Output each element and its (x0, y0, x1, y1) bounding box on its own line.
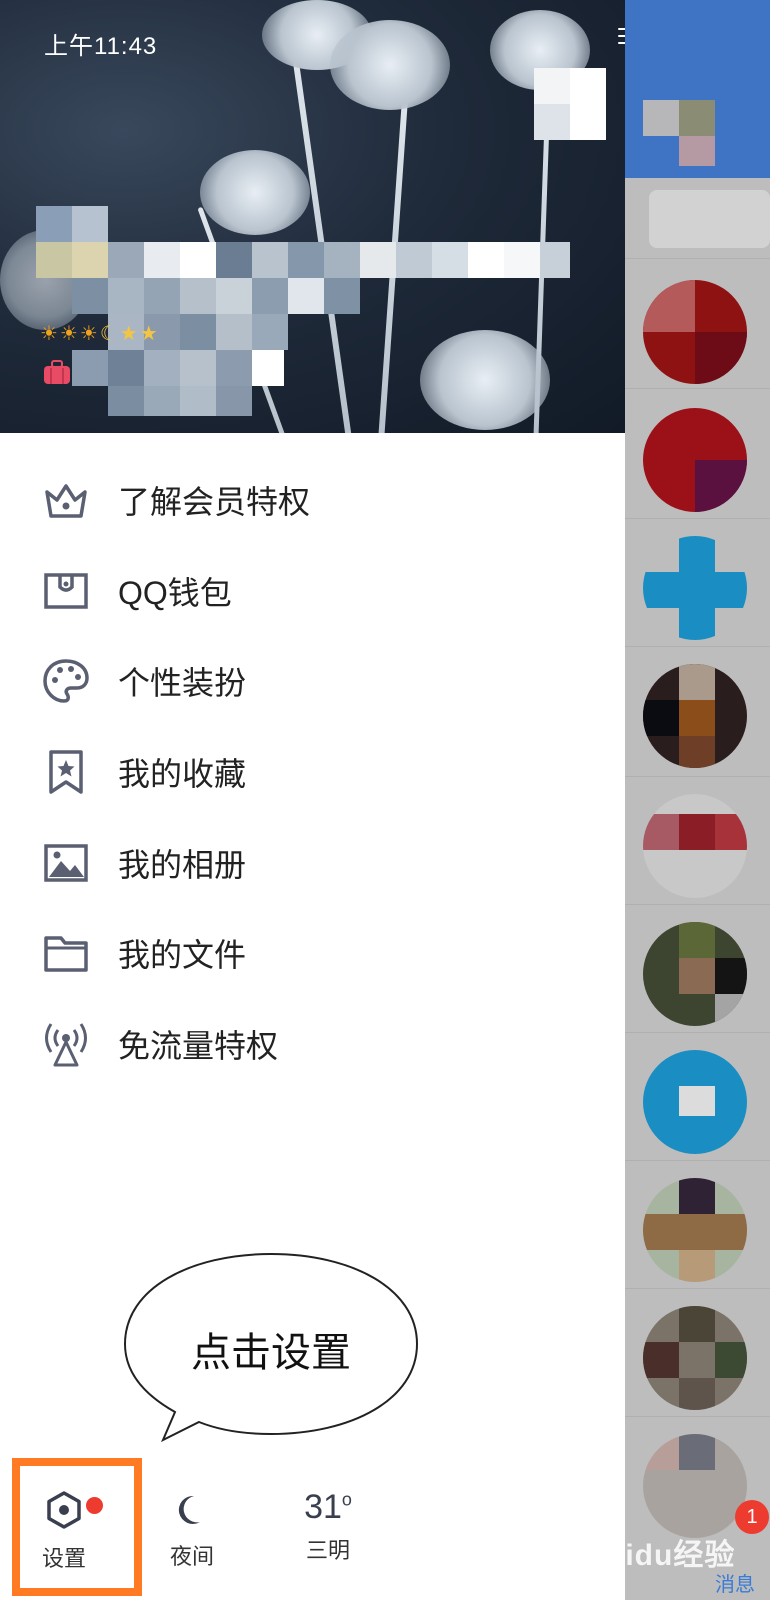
crown-icon (42, 476, 90, 524)
moon-icon (162, 1492, 222, 1533)
folder-icon (42, 929, 90, 977)
night-label: 夜间 (169, 1544, 214, 1569)
flower (420, 330, 550, 430)
settings-highlight-box (12, 1458, 142, 1596)
weather-temperature: 31o (304, 1488, 352, 1526)
qq-level-icons[interactable]: ☀ ☀ ☀ ☾ ★ ★ (40, 321, 158, 346)
conversation-list-peek[interactable]: 1 消息 (625, 0, 770, 1600)
menu-item-label: 免流量特权 (118, 1027, 279, 1064)
sun-icon: ☀ (79, 323, 98, 345)
weather-city: 三明 (305, 1538, 350, 1563)
avatar (643, 80, 729, 166)
menu-item-free-data[interactable]: 免流量特权 (0, 999, 625, 1090)
menu-item-wallet[interactable]: QQ钱包 (0, 546, 625, 637)
menu-item-files[interactable]: 我的文件 (0, 908, 625, 999)
conversation-avatar (643, 1050, 747, 1154)
conversation-avatar (643, 922, 747, 1026)
suitcase-icon (42, 360, 72, 392)
status-time: 上午11:43 (44, 33, 158, 60)
menu-item-label: 我的文件 (118, 937, 247, 974)
bookmark-star-icon (42, 748, 90, 796)
palette-icon (42, 657, 90, 705)
conversation-avatar (643, 794, 747, 898)
star-icon: ★ (119, 323, 138, 345)
photo-icon (42, 839, 90, 887)
night-mode-button[interactable]: 夜间 (162, 1492, 222, 1571)
menu-item-vip[interactable]: 了解会员特权 (0, 455, 625, 546)
conversation-avatar (643, 1306, 747, 1410)
conversation-avatar (643, 664, 747, 768)
unread-badge: 1 (735, 1500, 769, 1534)
baidu-watermark: Baidu经验 (585, 1539, 736, 1572)
moon-icon: ☾ (99, 323, 118, 345)
menu-item-label: 了解会员特权 (118, 484, 311, 521)
menu-item-label: 我的相册 (118, 846, 247, 883)
flower (200, 150, 310, 235)
search-bar[interactable] (649, 190, 770, 248)
menu-item-label: 我的收藏 (118, 756, 247, 793)
menu-item-theme[interactable]: 个性装扮 (0, 636, 625, 727)
callout-text: 点击设置 (191, 1331, 351, 1375)
menu-item-label: QQ钱包 (118, 574, 232, 611)
conversation-avatar (643, 1178, 747, 1282)
signal-tower-icon (42, 1020, 90, 1068)
signal-icon (618, 27, 625, 44)
menu-item-album[interactable]: 我的相册 (0, 817, 625, 908)
conversation-header (625, 0, 770, 178)
drawer-menu: 了解会员特权 QQ钱包 个性装扮 我的收藏 我的相册 我的文件 免流量特权 (0, 455, 625, 1089)
sun-icon: ☀ (40, 323, 58, 345)
conversation-avatar (643, 280, 747, 384)
status-icons: ≈ (618, 24, 625, 47)
menu-item-label: 个性装扮 (118, 665, 247, 702)
wallet-icon (42, 567, 90, 615)
conversation-avatar (643, 408, 747, 512)
sun-icon: ☀ (59, 323, 78, 345)
profile-header[interactable]: 上午11:43 ≈ ☀ ☀ ☀ ☾ ★ ★ (0, 0, 625, 433)
menu-item-favorites[interactable]: 我的收藏 (0, 727, 625, 818)
flower (330, 20, 450, 110)
weather-widget[interactable]: 31o 三明 (290, 1488, 366, 1565)
star-icon: ★ (139, 323, 158, 345)
conversation-avatar (643, 1434, 747, 1538)
conversation-avatar (643, 536, 747, 640)
flower-stem (290, 41, 352, 433)
